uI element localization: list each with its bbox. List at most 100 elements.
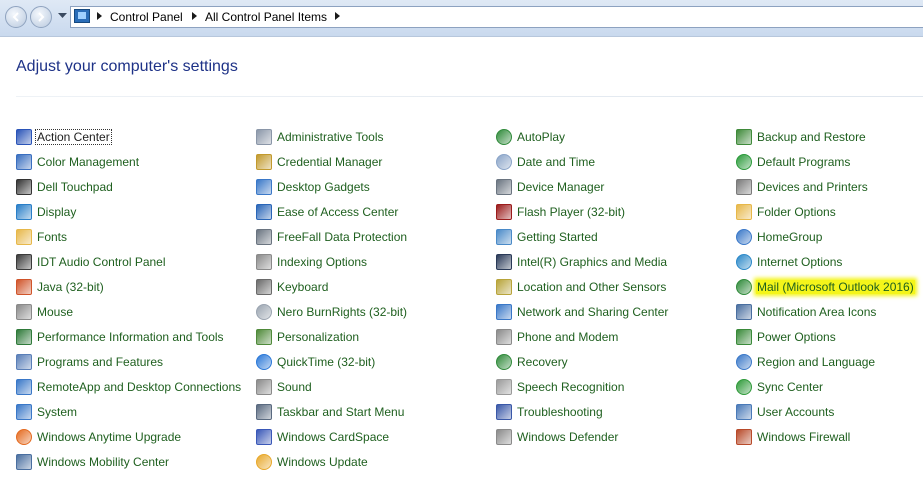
cp-item-windows-update[interactable]: Windows Update bbox=[256, 449, 496, 474]
mobility-icon bbox=[16, 453, 32, 470]
control-panel-icon bbox=[74, 9, 90, 23]
cp-item-location-and-other-sensors[interactable]: Location and Other Sensors bbox=[496, 274, 736, 299]
cp-item-performance-information-and-tools[interactable]: Performance Information and Tools bbox=[16, 324, 256, 349]
personalization-icon bbox=[256, 328, 272, 345]
cp-item-sound[interactable]: Sound bbox=[256, 374, 496, 399]
cp-item-windows-anytime-upgrade[interactable]: Windows Anytime Upgrade bbox=[16, 424, 256, 449]
cp-item-folder-options[interactable]: Folder Options bbox=[736, 199, 923, 224]
cp-item-dell-touchpad[interactable]: Dell Touchpad bbox=[16, 174, 256, 199]
cp-item-keyboard[interactable]: Keyboard bbox=[256, 274, 496, 299]
cp-item-label: Windows Anytime Upgrade bbox=[37, 429, 182, 444]
cp-item-homegroup[interactable]: HomeGroup bbox=[736, 224, 923, 249]
cp-item-windows-defender[interactable]: Windows Defender bbox=[496, 424, 736, 449]
autoplay-icon bbox=[496, 128, 512, 145]
back-button[interactable] bbox=[5, 6, 27, 28]
cp-item-idt-audio-control-panel[interactable]: IDT Audio Control Panel bbox=[16, 249, 256, 274]
cp-item-internet-options[interactable]: Internet Options bbox=[736, 249, 923, 274]
cp-item-indexing-options[interactable]: Indexing Options bbox=[256, 249, 496, 274]
monitor-icon bbox=[16, 153, 32, 170]
cp-item-programs-and-features[interactable]: Programs and Features bbox=[16, 349, 256, 374]
java-icon bbox=[16, 278, 32, 295]
cp-item-devices-and-printers[interactable]: Devices and Printers bbox=[736, 174, 923, 199]
cp-item-label: Fonts bbox=[37, 229, 68, 244]
cp-item-label: Date and Time bbox=[517, 154, 596, 169]
cp-item-display[interactable]: Display bbox=[16, 199, 256, 224]
cp-item-label: Folder Options bbox=[757, 204, 836, 219]
cp-item-color-management[interactable]: Color Management bbox=[16, 149, 256, 174]
cp-item-java-32-bit[interactable]: Java (32-bit) bbox=[16, 274, 256, 299]
cp-item-power-options[interactable]: Power Options bbox=[736, 324, 923, 349]
cp-item-quicktime-32-bit[interactable]: QuickTime (32-bit) bbox=[256, 349, 496, 374]
cardspace-icon bbox=[256, 428, 272, 445]
address-bar[interactable]: Control Panel All Control Panel Items bbox=[70, 6, 923, 28]
cp-item-fonts[interactable]: Fonts bbox=[16, 224, 256, 249]
cp-item-personalization[interactable]: Personalization bbox=[256, 324, 496, 349]
cp-item-freefall-data-protection[interactable]: FreeFall Data Protection bbox=[256, 224, 496, 249]
cp-item-label: Sound bbox=[277, 379, 312, 394]
cp-item-nero-burnrights-32-bit[interactable]: Nero BurnRights (32-bit) bbox=[256, 299, 496, 324]
cp-item-getting-started[interactable]: Getting Started bbox=[496, 224, 736, 249]
cp-item-administrative-tools[interactable]: Administrative Tools bbox=[256, 124, 496, 149]
cp-item-label: IDT Audio Control Panel bbox=[37, 254, 166, 269]
accessibility-icon bbox=[256, 203, 272, 220]
disc-icon bbox=[256, 303, 272, 320]
cp-item-taskbar-and-start-menu[interactable]: Taskbar and Start Menu bbox=[256, 399, 496, 424]
breadcrumb-chevron-icon[interactable] bbox=[97, 12, 102, 20]
cp-item-action-center[interactable]: Action Center bbox=[16, 124, 256, 149]
cp-item-speech-recognition[interactable]: Speech Recognition bbox=[496, 374, 736, 399]
cp-item-label: AutoPlay bbox=[517, 129, 566, 144]
homegroup-icon bbox=[736, 228, 752, 245]
cp-item-label: Ease of Access Center bbox=[277, 204, 399, 219]
cp-item-flash-player-32-bit[interactable]: Flash Player (32-bit) bbox=[496, 199, 736, 224]
breadcrumb-all-items[interactable]: All Control Panel Items bbox=[205, 10, 327, 24]
breadcrumb-control-panel[interactable]: Control Panel bbox=[110, 10, 183, 24]
cp-item-label: Credential Manager bbox=[277, 154, 383, 169]
cp-item-windows-mobility-center[interactable]: Windows Mobility Center bbox=[16, 449, 256, 474]
cp-item-region-and-language[interactable]: Region and Language bbox=[736, 349, 923, 374]
cp-item-notification-area-icons[interactable]: Notification Area Icons bbox=[736, 299, 923, 324]
recent-pages-dropdown-icon[interactable] bbox=[58, 13, 67, 19]
forward-button[interactable] bbox=[30, 6, 52, 28]
cp-item-label: Power Options bbox=[757, 329, 836, 344]
cp-item-sync-center[interactable]: Sync Center bbox=[736, 374, 923, 399]
getting-started-icon bbox=[496, 228, 512, 245]
cp-item-remoteapp-and-desktop-connections[interactable]: RemoteApp and Desktop Connections bbox=[16, 374, 256, 399]
system-icon bbox=[16, 403, 32, 420]
quicktime-icon bbox=[256, 353, 272, 370]
clock-icon bbox=[496, 153, 512, 170]
cp-item-label: Location and Other Sensors bbox=[517, 279, 667, 294]
cp-item-autoplay[interactable]: AutoPlay bbox=[496, 124, 736, 149]
cp-item-date-and-time[interactable]: Date and Time bbox=[496, 149, 736, 174]
breadcrumb-chevron-icon[interactable] bbox=[192, 12, 197, 20]
cp-item-network-and-sharing-center[interactable]: Network and Sharing Center bbox=[496, 299, 736, 324]
cp-item-recovery[interactable]: Recovery bbox=[496, 349, 736, 374]
cp-item-intel-r-graphics-and-media[interactable]: Intel(R) Graphics and Media bbox=[496, 249, 736, 274]
gear-icon bbox=[256, 128, 272, 145]
programs-icon bbox=[16, 353, 32, 370]
cp-item-label: QuickTime (32-bit) bbox=[277, 354, 376, 369]
mail-icon bbox=[736, 278, 752, 295]
cp-item-label: FreeFall Data Protection bbox=[277, 229, 408, 244]
cp-item-mail-microsoft-outlook-2016[interactable]: Mail (Microsoft Outlook 2016) bbox=[736, 274, 923, 299]
cp-item-device-manager[interactable]: Device Manager bbox=[496, 174, 736, 199]
cp-item-desktop-gadgets[interactable]: Desktop Gadgets bbox=[256, 174, 496, 199]
device-manager-icon bbox=[496, 178, 512, 195]
cp-item-windows-firewall[interactable]: Windows Firewall bbox=[736, 424, 923, 449]
cp-item-label: Flash Player (32-bit) bbox=[517, 204, 626, 219]
cp-item-phone-and-modem[interactable]: Phone and Modem bbox=[496, 324, 736, 349]
cp-item-ease-of-access-center[interactable]: Ease of Access Center bbox=[256, 199, 496, 224]
cp-item-windows-cardspace[interactable]: Windows CardSpace bbox=[256, 424, 496, 449]
cp-item-label: HomeGroup bbox=[757, 229, 823, 244]
cp-item-credential-manager[interactable]: Credential Manager bbox=[256, 149, 496, 174]
breadcrumb-chevron-icon[interactable] bbox=[335, 12, 340, 20]
cp-item-label: Recovery bbox=[517, 354, 568, 369]
cp-item-system[interactable]: System bbox=[16, 399, 256, 424]
cp-item-default-programs[interactable]: Default Programs bbox=[736, 149, 923, 174]
cp-item-user-accounts[interactable]: User Accounts bbox=[736, 399, 923, 424]
folder-options-icon bbox=[736, 203, 752, 220]
cp-item-label: Speech Recognition bbox=[517, 379, 625, 394]
cp-item-troubleshooting[interactable]: Troubleshooting bbox=[496, 399, 736, 424]
cp-item-label: Windows Update bbox=[277, 454, 368, 469]
cp-item-mouse[interactable]: Mouse bbox=[16, 299, 256, 324]
cp-item-backup-and-restore[interactable]: Backup and Restore bbox=[736, 124, 923, 149]
